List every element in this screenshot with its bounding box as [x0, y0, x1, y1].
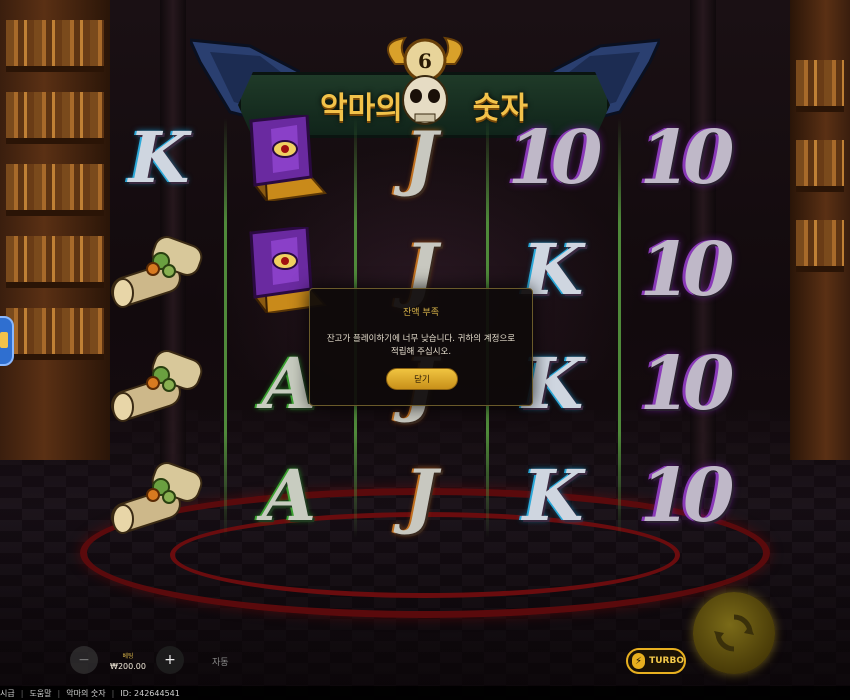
scroll-icon	[110, 462, 203, 534]
spin-button[interactable]	[693, 592, 775, 674]
book-row	[6, 20, 104, 72]
reel-symbol-text: 10	[639, 341, 735, 427]
book-row	[6, 164, 104, 216]
bet-value: ₩200.00	[110, 662, 146, 671]
reel-symbol-a: A	[226, 446, 348, 546]
footer-clipped-text[interactable]: 시급	[0, 688, 15, 699]
turbo-label: TURBO	[649, 656, 684, 666]
tome-icon	[249, 115, 327, 201]
book-row	[6, 236, 104, 288]
reel-symbol-k: K	[490, 446, 612, 546]
insufficient-balance-dialog: 잔액 부족 잔고가 플레이하기에 너무 낮습니다. 귀하의 계정으로 적립해 주…	[309, 288, 533, 406]
footer-bar: 시급 | 도움말 | 악마의 숫자 | ID: 242644541	[0, 686, 850, 700]
book-row	[796, 220, 844, 272]
bet-increase-button[interactable]: +	[156, 646, 184, 674]
reel-symbol-text: 10	[639, 115, 735, 201]
bookshelf-right	[790, 0, 850, 460]
dialog-title: 잔액 부족	[403, 308, 439, 318]
reel-symbol-j: J	[358, 108, 480, 208]
game-name-text: 악마의 숫자	[66, 688, 106, 698]
bet-decrease-button[interactable]: −	[70, 646, 98, 674]
reel-symbol-j: J	[358, 446, 480, 546]
book-row	[796, 140, 844, 192]
help-link[interactable]: 도움말	[29, 688, 51, 699]
reel-symbol-10: 10	[622, 108, 744, 208]
book-row	[6, 92, 104, 144]
scroll-icon	[110, 236, 203, 308]
reel-divider	[618, 118, 621, 538]
footer-separator: |	[20, 688, 24, 698]
reel-symbol-text: J	[404, 116, 437, 199]
scroll-icon	[110, 350, 203, 422]
reel-symbol-10: 10	[622, 446, 744, 546]
reel-symbol-text: K	[522, 454, 584, 537]
turbo-button[interactable]: ⚡ TURBO	[626, 648, 686, 674]
reel-symbol-10: 10	[622, 220, 744, 320]
reel-symbol-text: A	[261, 342, 316, 425]
reel-symbol-text: 10	[639, 227, 735, 313]
close-button[interactable]: 닫기	[386, 368, 458, 390]
dialog-message: 잔고가 플레이하기에 너무 낮습니다. 귀하의 계정으로 적립해 주십시오.	[326, 334, 516, 357]
book-row	[6, 308, 104, 360]
side-menu-tab[interactable]	[0, 316, 14, 366]
reel-symbol-10: 10	[490, 108, 612, 208]
bookshelf-left	[0, 0, 110, 460]
reel-symbol-text: A	[261, 454, 316, 537]
reel-symbol-tome	[226, 108, 348, 208]
skull-number: 6	[418, 49, 432, 73]
bet-display: 베팅 ₩200.00	[96, 647, 160, 675]
reel-symbol-text: K	[128, 116, 190, 199]
reel-symbol-text: 10	[639, 453, 735, 539]
reel-symbol-scroll	[96, 446, 218, 546]
autoplay-button[interactable]: 자동	[212, 655, 229, 668]
session-id-text: ID: 242644541	[120, 688, 180, 698]
reel-symbol-text: J	[404, 454, 437, 537]
reel-symbol-k: K	[96, 108, 218, 208]
footer-separator: |	[111, 688, 115, 698]
bet-label: 베팅	[122, 653, 134, 660]
footer-separator: |	[57, 688, 61, 698]
reel-symbol-scroll	[96, 334, 218, 434]
lightning-icon: ⚡	[632, 653, 646, 669]
reel-symbol-10: 10	[622, 334, 744, 434]
reel-symbol-text: 10	[507, 115, 603, 201]
spin-arrows-icon	[714, 614, 754, 652]
book-row	[796, 60, 844, 112]
reel-symbol-scroll	[96, 220, 218, 320]
